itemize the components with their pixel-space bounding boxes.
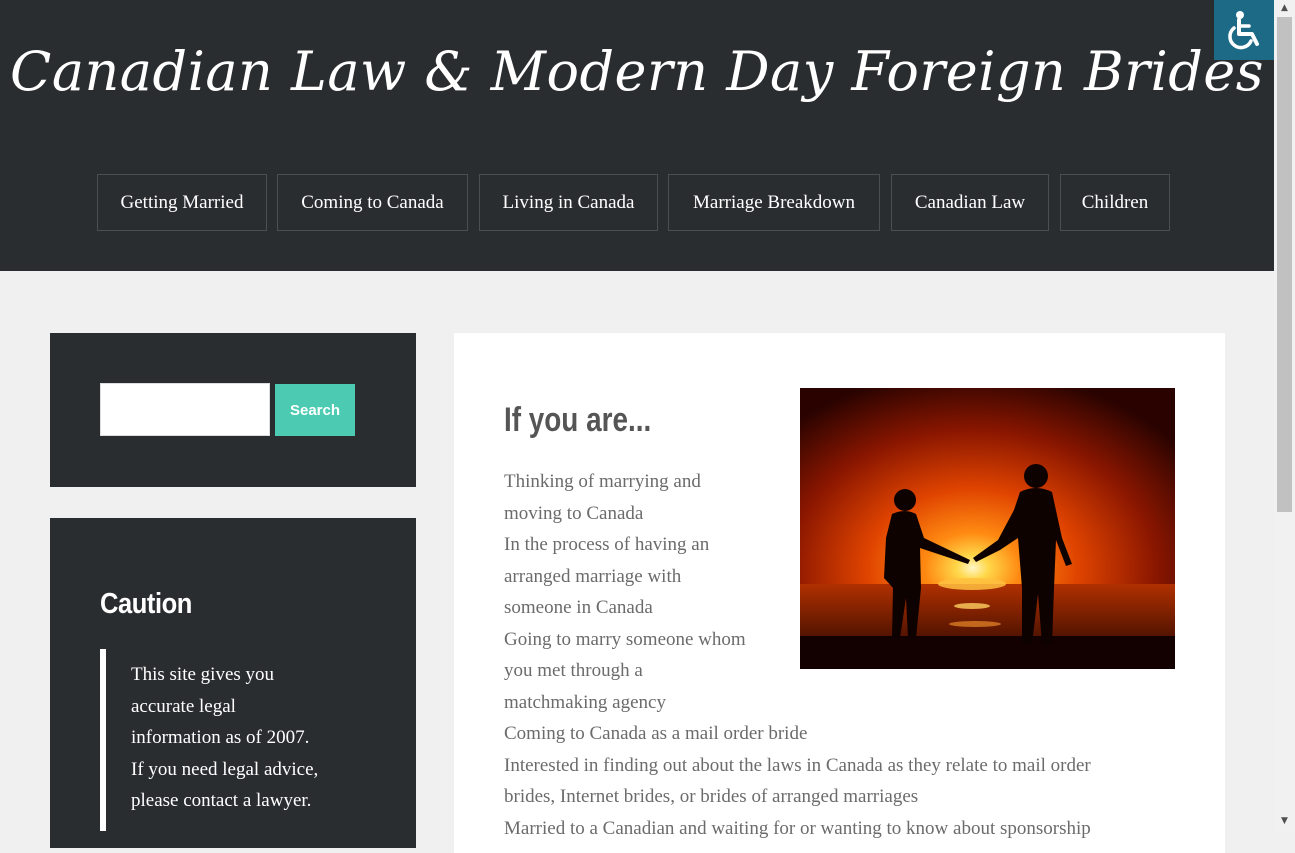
list-item: Coming to Canada as a mail order bride xyxy=(504,723,808,744)
wheelchair-icon xyxy=(1228,11,1259,50)
nav-item-getting-married[interactable]: Getting Married xyxy=(97,174,267,231)
site-header: Canadian Law & Modern Day Foreign Brides… xyxy=(0,0,1274,271)
caution-text: This site gives you accurate legal infor… xyxy=(131,659,346,817)
list-item: In the process of having an xyxy=(504,534,710,555)
nav-item-coming-to-canada[interactable]: Coming to Canada xyxy=(277,174,468,231)
list-item: Married to a Canadian and waiting for or… xyxy=(504,817,1091,839)
list-item: Thinking of marrying and xyxy=(504,471,701,492)
scroll-thumb[interactable] xyxy=(1277,17,1292,512)
list-item: someone in Canada xyxy=(504,597,653,618)
list-item: brides, Internet brides, or brides of ar… xyxy=(504,786,919,807)
caution-widget: Caution This site gives you accurate leg… xyxy=(50,518,416,848)
caution-title: Caution xyxy=(100,588,192,620)
list-item: Interested in finding out about the laws… xyxy=(504,754,1091,776)
nav-item-children[interactable]: Children xyxy=(1060,174,1170,231)
nav-item-living-in-canada[interactable]: Living in Canada xyxy=(479,174,658,231)
site-title[interactable]: Canadian Law & Modern Day Foreign Brides xyxy=(0,34,1274,110)
list-item: arranged marriage with xyxy=(504,565,682,587)
caution-line: accurate legal xyxy=(131,695,236,717)
caution-line: If you need legal advice, xyxy=(131,758,319,780)
accessibility-button[interactable] xyxy=(1214,0,1274,60)
list-item: Going to marry someone whom xyxy=(504,628,746,650)
list-item: moving to Canada xyxy=(504,502,644,524)
search-button[interactable]: Search xyxy=(275,384,355,436)
search-input[interactable] xyxy=(100,383,270,436)
page-scrollbar[interactable]: ▲ ▼ xyxy=(1274,0,1295,832)
couple-sunset-image xyxy=(800,388,1175,669)
nav-item-canadian-law[interactable]: Canadian Law xyxy=(891,174,1049,231)
caution-line: please contact a lawyer. xyxy=(131,790,312,811)
post-content: If you are... Thinking of marrying and m… xyxy=(454,333,1225,853)
search-widget: Search xyxy=(50,333,416,487)
nav-item-marriage-breakdown[interactable]: Marriage Breakdown xyxy=(668,174,880,231)
list-item: you met through a xyxy=(504,660,643,681)
caution-blockquote: This site gives you accurate legal infor… xyxy=(100,649,356,831)
caution-line: This site gives you xyxy=(131,664,275,685)
caution-line: information as of 2007. xyxy=(131,727,310,748)
scroll-up-arrow-icon[interactable]: ▲ xyxy=(1274,0,1295,16)
post-title: If you are... xyxy=(504,401,652,439)
list-item: matchmaking agency xyxy=(504,691,666,713)
scroll-down-arrow-icon[interactable]: ▼ xyxy=(1274,813,1295,829)
